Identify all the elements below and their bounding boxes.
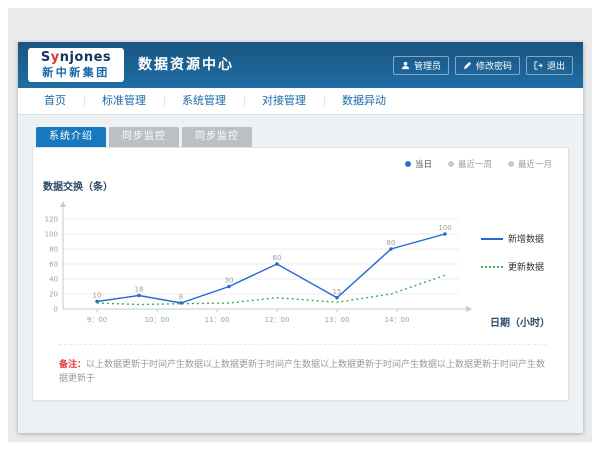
- legend-updated-data-label: 更新数据: [508, 260, 544, 273]
- svg-text:11：00: 11：00: [205, 316, 230, 324]
- legend-item-new-data: 新增数据: [481, 232, 544, 245]
- legend-item-updated-data: 更新数据: [481, 260, 544, 273]
- svg-text:14：00: 14：00: [385, 316, 410, 324]
- svg-text:20: 20: [49, 291, 58, 299]
- nav-item-data-change[interactable]: 数据异动: [324, 88, 404, 114]
- svg-text:80: 80: [49, 246, 58, 254]
- legend-dotted-line-icon: [481, 266, 503, 268]
- logout-button[interactable]: 退出: [526, 56, 573, 75]
- logo-accent-letter: y: [51, 50, 60, 65]
- svg-text:13：00: 13：00: [325, 316, 350, 324]
- nav-item-standard-mgmt[interactable]: 标准管理: [84, 88, 164, 114]
- svg-text:40: 40: [49, 276, 58, 284]
- time-range-filters: 当日 最近一周 最近一月: [405, 158, 552, 170]
- nav-item-home[interactable]: 首页: [26, 88, 84, 114]
- footnote: 备注：以上数据更新于时间产生数据以上数据更新于时间产生数据以上数据更新于时间产生…: [59, 344, 546, 386]
- tab-sync-monitor-2[interactable]: 同步监控: [182, 127, 252, 147]
- note-text: 以上数据更新于时间产生数据以上数据更新于时间产生数据以上数据更新于时间产生数据以…: [59, 360, 545, 384]
- filter-today-dot-icon: [405, 161, 411, 167]
- svg-text:18: 18: [135, 286, 144, 294]
- svg-text:100: 100: [45, 231, 58, 239]
- svg-text:10: 10: [93, 292, 102, 300]
- svg-text:80: 80: [387, 239, 396, 247]
- page-title: 数据资源中心: [138, 42, 234, 88]
- header-actions: 管理员 修改密码 退出: [393, 56, 573, 75]
- change-password-label: 修改密码: [476, 59, 512, 72]
- filter-today[interactable]: 当日: [405, 158, 432, 170]
- svg-text:100: 100: [438, 224, 451, 232]
- svg-text:60: 60: [49, 261, 58, 269]
- user-label: 管理员: [414, 59, 441, 72]
- x-axis-title: 日期（小时）: [490, 314, 550, 329]
- chart-card: 当日 最近一周 最近一月 数据交换（条） 0 20 40 60 80 100 120 9：00…: [32, 147, 569, 401]
- content-area: 系统介绍 同步监控 同步监控 当日 最近一周 最近一月: [18, 115, 583, 433]
- page-background: Synjones 新中新集团 数据资源中心 管理员 修改密码 退出: [8, 8, 592, 442]
- filter-last-month-label: 最近一月: [518, 158, 552, 170]
- app-header: Synjones 新中新集团 数据资源中心 管理员 修改密码 退出: [18, 42, 583, 88]
- tab-system-intro[interactable]: 系统介绍: [36, 127, 106, 147]
- filter-last-month-dot-icon: [508, 161, 514, 167]
- note-label: 备注：: [59, 360, 86, 370]
- tab-sync-monitor-1[interactable]: 同步监控: [109, 127, 179, 147]
- svg-text:15: 15: [333, 288, 342, 296]
- filter-last-week[interactable]: 最近一周: [448, 158, 492, 170]
- user-button[interactable]: 管理员: [393, 56, 449, 75]
- main-nav: 首页 标准管理 系统管理 对接管理 数据异动: [18, 88, 583, 115]
- company-logo: Synjones 新中新集团: [28, 48, 124, 82]
- pencil-icon: [463, 61, 472, 70]
- svg-text:10：00: 10：00: [145, 316, 170, 324]
- user-icon: [401, 61, 410, 70]
- svg-text:9：00: 9：00: [87, 316, 107, 324]
- svg-text:0: 0: [54, 306, 58, 314]
- svg-text:30: 30: [225, 277, 234, 285]
- filter-last-week-dot-icon: [448, 161, 454, 167]
- change-password-button[interactable]: 修改密码: [455, 56, 520, 75]
- nav-item-system-mgmt[interactable]: 系统管理: [164, 88, 244, 114]
- legend-solid-line-icon: [481, 238, 503, 240]
- svg-text:12：00: 12：00: [265, 316, 290, 324]
- nav-item-integration-mgmt[interactable]: 对接管理: [244, 88, 324, 114]
- svg-text:120: 120: [45, 216, 58, 224]
- filter-last-month[interactable]: 最近一月: [508, 158, 552, 170]
- logo-company-name: 新中新集团: [28, 65, 124, 80]
- filter-last-week-label: 最近一周: [458, 158, 492, 170]
- series-legend: 新增数据 更新数据: [481, 232, 544, 288]
- tab-bar: 系统介绍 同步监控 同步监控: [36, 127, 252, 147]
- logout-icon: [534, 61, 543, 70]
- svg-text:60: 60: [273, 254, 282, 262]
- app-window: Synjones 新中新集团 数据资源中心 管理员 修改密码 退出: [18, 42, 583, 433]
- filter-today-label: 当日: [415, 158, 432, 170]
- svg-text:8: 8: [179, 293, 183, 301]
- data-exchange-line-chart: 0 20 40 60 80 100 120 9：00 10：00 11：00 12：00 13：00 1…: [35, 194, 475, 344]
- logo-wordmark: Synjones: [28, 51, 124, 65]
- legend-new-data-label: 新增数据: [508, 232, 544, 245]
- logout-label: 退出: [547, 59, 565, 72]
- y-axis-title: 数据交换（条）: [43, 178, 113, 193]
